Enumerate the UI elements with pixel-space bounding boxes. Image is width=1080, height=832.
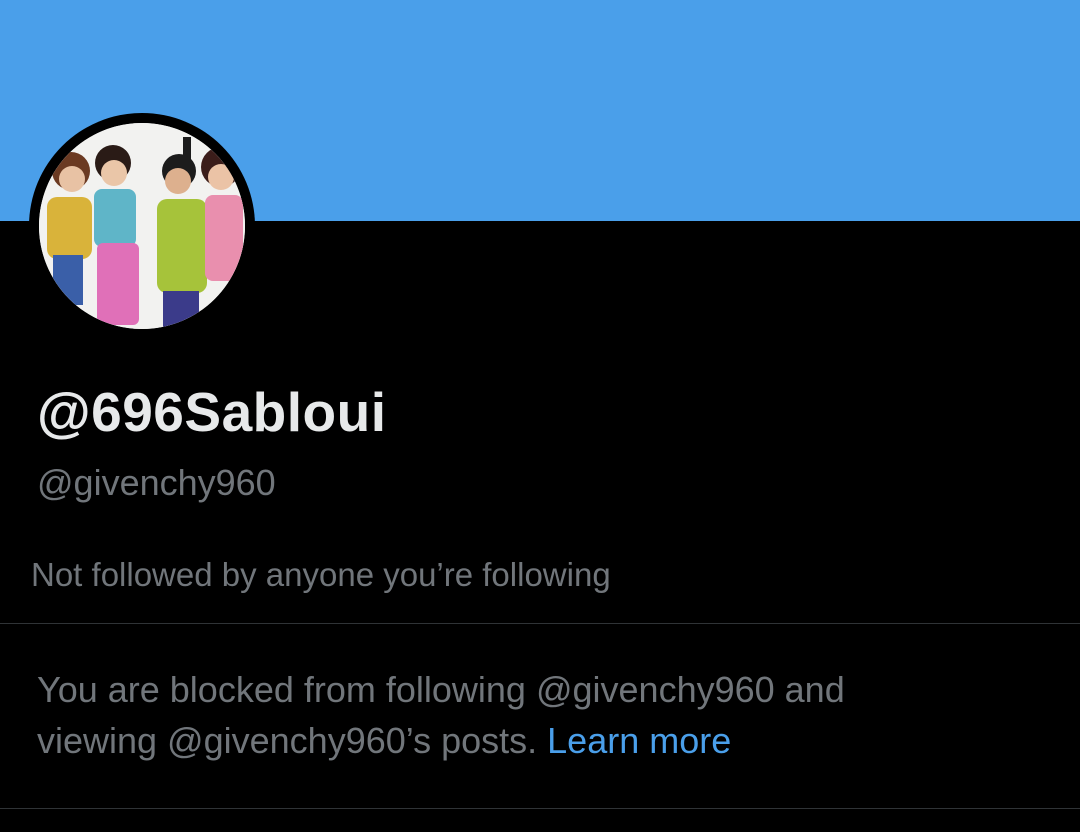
learn-more-link[interactable]: Learn more: [547, 720, 731, 761]
avatar[interactable]: [29, 113, 255, 339]
display-name: @696Sabloui: [37, 381, 387, 443]
profile-page: @696Sabloui @givenchy960 Not followed by…: [0, 0, 1080, 832]
followers-you-know[interactable]: Not followed by anyone you’re following: [31, 556, 611, 594]
blocked-notice: You are blocked from following @givenchy…: [37, 664, 1047, 766]
avatar-photo: [39, 123, 245, 329]
blocked-notice-line1: You are blocked from following @givenchy…: [37, 669, 845, 710]
blocked-notice-line2: viewing @givenchy960’s posts.: [37, 720, 548, 761]
divider: [0, 623, 1080, 624]
divider: [0, 808, 1080, 809]
username-handle: @givenchy960: [37, 462, 276, 503]
avatar-image: [39, 123, 245, 329]
